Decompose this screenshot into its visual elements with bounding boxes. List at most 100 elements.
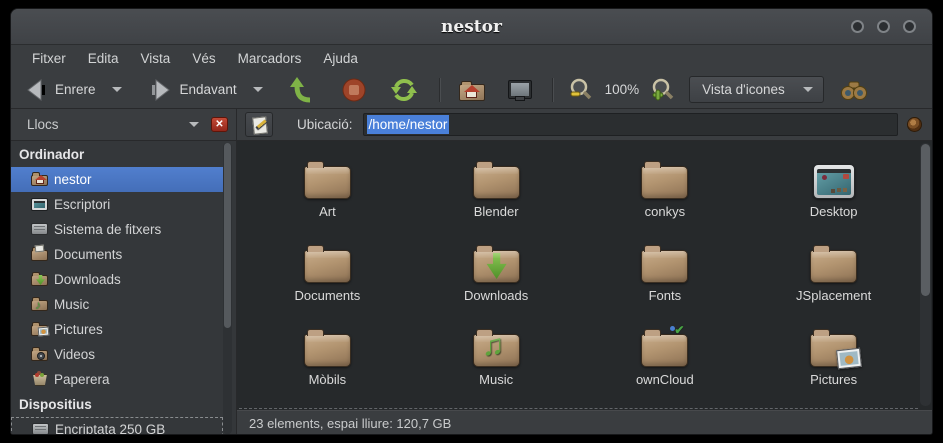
file-item-desktop[interactable]: Desktop: [759, 145, 909, 229]
sidebar-item-music[interactable]: ♪ Music: [11, 292, 236, 317]
location-value: /home/nestor: [367, 115, 450, 134]
sidebar-item-label: nestor: [54, 172, 92, 187]
sidebar-item-pictures[interactable]: Pictures: [11, 317, 236, 342]
sidebar-item-downloads[interactable]: Downloads: [11, 267, 236, 292]
back-button[interactable]: Enrere: [25, 78, 122, 102]
window-button-3[interactable]: [903, 20, 916, 33]
file-item-music[interactable]: ♫ Music: [421, 313, 571, 397]
hard-drive-icon: [32, 421, 50, 435]
file-icon-view[interactable]: Art Blender conkys Desktop: [237, 141, 932, 435]
file-item-pictures[interactable]: Pictures: [759, 313, 909, 397]
sidebar-item-sistema-de-fitxers[interactable]: Sistema de fitxers: [11, 217, 236, 242]
file-item-owncloud[interactable]: ✔ ownCloud: [590, 313, 740, 397]
zoom-in-button[interactable]: [651, 78, 675, 102]
find-button[interactable]: [840, 78, 868, 102]
menu-ajuda[interactable]: Ajuda: [312, 48, 369, 69]
section-label: Dispositius: [19, 397, 92, 412]
window-buttons: [851, 20, 916, 33]
home-folder-icon: [458, 78, 486, 102]
window-body: Ordinador nestor Escriptori Sistema de f…: [11, 141, 932, 435]
sidebar-item-paperera[interactable]: Paperera: [11, 367, 236, 392]
refresh-button[interactable]: [391, 77, 417, 103]
pictures-folder-icon: [810, 334, 857, 367]
sidebar-item-label: Sistema de fitxers: [54, 222, 161, 237]
menu-fitxer[interactable]: Fitxer: [21, 48, 77, 69]
sidebar-item-videos[interactable]: Videos: [11, 342, 236, 367]
refresh-icon: [391, 77, 417, 103]
file-item-downloads[interactable]: Downloads: [421, 229, 571, 313]
home-button[interactable]: [458, 78, 486, 102]
stop-button[interactable]: [341, 77, 367, 103]
location-label: Ubicació:: [297, 117, 353, 132]
file-item-label: JSplacement: [796, 288, 871, 303]
binoculars-search-icon: [840, 78, 868, 102]
window-title: nestor: [11, 9, 932, 45]
file-item-art[interactable]: Art: [252, 145, 402, 229]
menu-marcadors[interactable]: Marcadors: [227, 48, 313, 69]
zoom-level: 100%: [605, 82, 640, 97]
folder-icon: [810, 250, 857, 283]
file-item-label: Art: [319, 204, 336, 219]
file-item-jsplacement[interactable]: JSplacement: [759, 229, 909, 313]
back-history-chevron-icon[interactable]: [112, 87, 122, 92]
zoom-out-magnifier-icon: [569, 78, 593, 102]
file-item-label: Fonts: [649, 288, 682, 303]
view-mode-dropdown[interactable]: Vista d'icones: [689, 76, 824, 103]
go-up-arrow-icon: [289, 77, 315, 103]
music-folder-icon: ♪: [31, 296, 49, 313]
downloads-folder-icon: [31, 271, 49, 288]
main-scrollbar[interactable]: [920, 143, 931, 406]
go-jump-icon[interactable]: [907, 117, 922, 132]
file-item-label: conkys: [645, 204, 685, 219]
file-item-blender[interactable]: Blender: [421, 145, 571, 229]
toolbar-separator: [439, 78, 440, 102]
toolbar-separator: [552, 78, 553, 102]
close-sidepane-icon[interactable]: ✕: [211, 117, 228, 132]
menu-ves[interactable]: Vés: [181, 48, 226, 69]
sidebar-item-nestor[interactable]: nestor: [11, 167, 223, 192]
up-button[interactable]: [289, 77, 315, 103]
places-sidebar: Ordinador nestor Escriptori Sistema de f…: [11, 141, 237, 435]
file-item-fonts[interactable]: Fonts: [590, 229, 740, 313]
file-manager-window: nestor Fitxer Edita Vista Vés Marcadors …: [10, 8, 933, 435]
location-input[interactable]: /home/nestor: [363, 113, 898, 136]
documents-folder-icon: [31, 246, 49, 263]
folder-icon: [641, 250, 688, 283]
file-item-conkys[interactable]: conkys: [590, 145, 740, 229]
sidebar-item-documents[interactable]: Documents: [11, 242, 236, 267]
desktop-screen-icon: [31, 196, 49, 213]
forward-button[interactable]: Endavant: [150, 78, 263, 102]
sidebar-item-label: Videos: [54, 347, 95, 362]
sidebar-item-label: Paperera: [54, 372, 110, 387]
location-bar: Ubicació: /home/nestor: [237, 109, 932, 140]
places-header-label: Llocs: [27, 117, 59, 132]
forward-history-chevron-icon[interactable]: [253, 87, 263, 92]
home-folder-icon: [31, 171, 49, 188]
pictures-folder-icon: [31, 321, 49, 338]
zoom-out-button[interactable]: [569, 78, 593, 102]
window-button-2[interactable]: [877, 20, 890, 33]
menu-edita[interactable]: Edita: [77, 48, 130, 69]
sidebar-item-escriptori[interactable]: Escriptori: [11, 192, 236, 217]
edit-location-button[interactable]: [245, 112, 273, 137]
menu-vista[interactable]: Vista: [130, 48, 182, 69]
documents-folder-icon: [304, 250, 351, 283]
zoom-in-magnifier-icon: [651, 78, 675, 102]
sidebar-scrollbar[interactable]: [223, 143, 232, 434]
folder-icon: [304, 166, 351, 199]
open-desktop-button[interactable]: [508, 80, 532, 99]
sidebar-item-device-encriptata[interactable]: Encriptata 250 GB: [11, 417, 223, 435]
file-item-documents[interactable]: Documents: [252, 229, 402, 313]
file-item-label: Downloads: [464, 288, 528, 303]
sidebar-scrollbar-thumb[interactable]: [224, 143, 231, 328]
titlebar[interactable]: nestor: [11, 9, 932, 45]
icon-grid: Art Blender conkys Desktop: [243, 145, 918, 408]
window-button-1[interactable]: [851, 20, 864, 33]
file-item-mobils[interactable]: Mòbils: [252, 313, 402, 397]
forward-arrow-icon: [150, 78, 172, 102]
sidebar-item-label: Encriptata 250 GB: [55, 422, 165, 435]
synced-folder-icon: ✔: [641, 334, 688, 367]
places-pane-header[interactable]: Llocs ✕: [11, 109, 237, 140]
main-scrollbar-thumb[interactable]: [921, 144, 930, 296]
places-chevron-icon[interactable]: [189, 122, 199, 127]
